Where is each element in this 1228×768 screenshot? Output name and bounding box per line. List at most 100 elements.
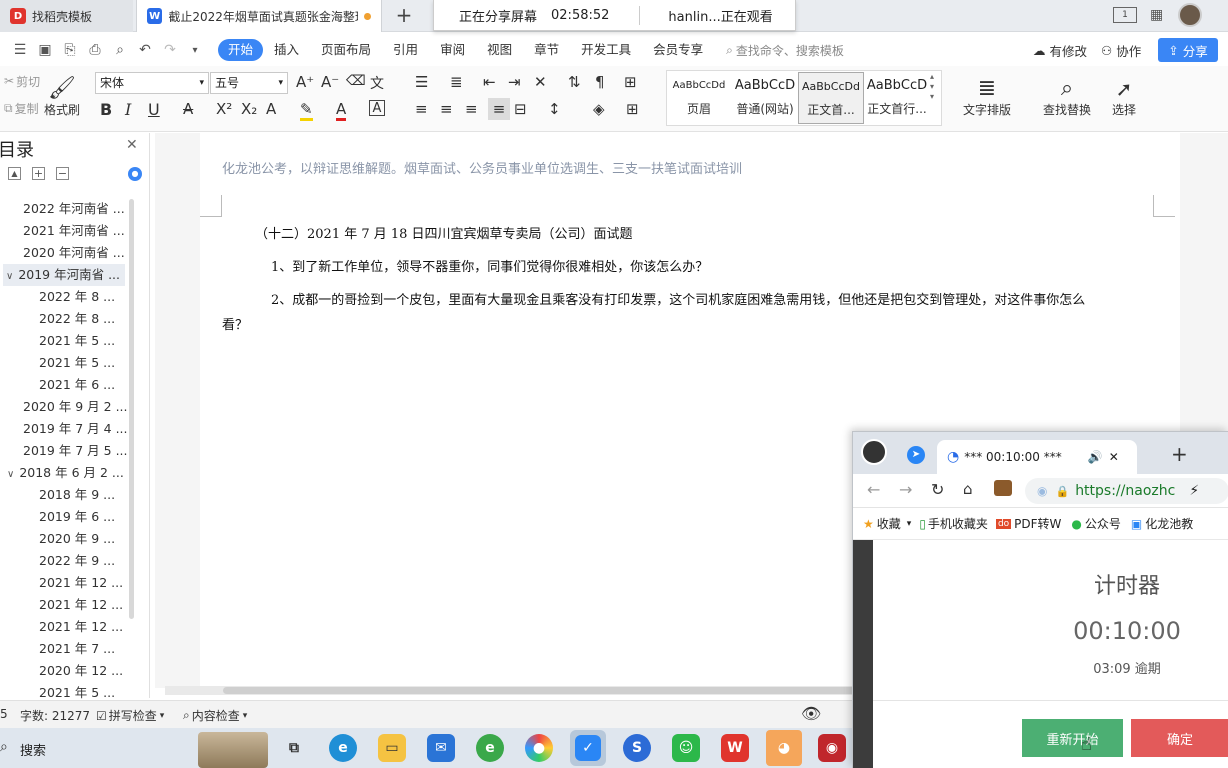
redo-icon[interactable]: ↷	[160, 40, 180, 60]
distribute-icon[interactable]: ⊟	[514, 100, 527, 118]
toc-item[interactable]: 2021 年 12 ...	[20, 594, 135, 616]
toc-item[interactable]: 2021 年 12 ...	[20, 572, 135, 594]
wps-office-icon[interactable]: W	[721, 734, 749, 762]
home-icon[interactable]: ⌂	[963, 480, 973, 498]
photos-app-icon[interactable]: ●	[525, 734, 553, 762]
restart-button[interactable]: 重新开始	[1022, 719, 1123, 757]
style-header[interactable]: AaBbCcDd 页眉	[666, 72, 732, 124]
select-button[interactable]: ➚ 选择	[1104, 70, 1144, 124]
speaker-icon[interactable]: 🔊	[1088, 450, 1103, 464]
eye-protection-icon[interactable]: 👁	[801, 704, 821, 723]
line-spacing-icon[interactable]: ↕	[548, 100, 561, 118]
bookmark-favorites[interactable]: 收藏	[877, 515, 901, 532]
menu-page-layout[interactable]: 页面布局	[310, 39, 382, 61]
edge-browser-icon[interactable]: e	[329, 734, 357, 762]
toc-settings-icon[interactable]: ●	[128, 167, 142, 181]
new-tab-icon[interactable]: +	[393, 4, 415, 26]
toc-item[interactable]: 2022 年 9 ...	[20, 550, 135, 572]
lightning-icon[interactable]: ⚡	[1189, 483, 1199, 499]
find-replace-button[interactable]: ⌕ 查找替换	[1035, 70, 1099, 124]
align-left-icon[interactable]: ≡	[415, 100, 428, 118]
style-body-first-indent[interactable]: AaBbCcD 正文首行...	[864, 72, 930, 124]
mascot-app-icon[interactable]: ◕	[766, 730, 802, 766]
toc-item[interactable]: 2020 年 9 月 2 ...	[4, 396, 128, 418]
word-count[interactable]: 字数: 21277	[20, 707, 90, 724]
modified-indicator[interactable]: ☁ 有修改	[1033, 41, 1087, 60]
cut-button[interactable]: ✂ 剪切	[4, 72, 40, 90]
shrink-font-icon[interactable]: A⁻	[321, 73, 339, 91]
share-button[interactable]: ⇪ 分享	[1158, 38, 1218, 62]
clear-format-icon[interactable]: ⌫	[346, 73, 366, 89]
grow-font-icon[interactable]: A⁺	[296, 73, 314, 91]
telegram-icon[interactable]: ➤	[907, 446, 925, 464]
subscript-icon[interactable]: X₂	[241, 100, 257, 118]
reading-mode-icon[interactable]: 1	[1113, 7, 1137, 23]
save-icon[interactable]: ▣	[35, 40, 55, 60]
more-dropdown-icon[interactable]: ▾	[185, 40, 205, 60]
command-search[interactable]: ⌕ 查找命令、搜索模板	[726, 42, 844, 59]
font-effects-icon[interactable]: A	[266, 100, 276, 118]
table-tools-icon[interactable]: ⊞	[624, 73, 637, 91]
copy-button[interactable]: ⧉ 复制	[4, 99, 39, 117]
numbered-list-icon[interactable]: ≣	[450, 73, 463, 91]
decrease-indent-icon[interactable]: ⇤	[483, 73, 496, 91]
toc-item[interactable]: 2020 年 12 ...	[20, 660, 135, 682]
bookmark-pdf[interactable]: PDF转W	[1014, 515, 1061, 532]
toc-item[interactable]: 2020 年 9 ...	[20, 528, 135, 550]
style-gallery-scroll-icon[interactable]: ▴ ▾ ▾	[930, 72, 934, 102]
collapse-all-icon[interactable]: ▲	[8, 167, 21, 180]
toc-item[interactable]: 2021 年 12 ...	[20, 616, 135, 638]
align-right-icon[interactable]: ≡	[465, 100, 478, 118]
sogou-icon[interactable]: S	[623, 734, 651, 762]
chinese-layout-icon[interactable]: ✕	[534, 73, 547, 91]
new-tab-icon[interactable]: +	[1171, 442, 1188, 466]
bookmark-mobile[interactable]: 手机收藏夹	[928, 515, 988, 532]
char-border-icon[interactable]: A	[369, 100, 385, 116]
menu-view[interactable]: 视图	[476, 39, 523, 61]
content-check-button[interactable]: ⌕ 内容检查 ▾	[183, 707, 247, 724]
ie-browser-icon[interactable]: e	[476, 734, 504, 762]
toc-item[interactable]: 2020 年河南省 ...	[4, 242, 125, 264]
italic-icon[interactable]: I	[125, 100, 131, 119]
reload-icon[interactable]: ↻	[931, 480, 944, 499]
user-avatar[interactable]	[1178, 3, 1202, 27]
format-painter-button[interactable]: 🖌 格式刷	[42, 70, 82, 124]
toc-item[interactable]: 2021 年 5 ...	[20, 352, 135, 374]
print-icon[interactable]: ⎙	[85, 40, 105, 60]
toc-item[interactable]: 2019 年 6 ...	[20, 506, 135, 528]
toc-item[interactable]: 2022 年 8 ...	[20, 286, 135, 308]
horizontal-scroll-thumb[interactable]	[223, 687, 860, 694]
file-explorer-icon[interactable]: ▭	[378, 734, 406, 762]
sort-icon[interactable]: ⇅	[568, 73, 581, 91]
collab-button[interactable]: ⚇ 协作	[1101, 41, 1141, 60]
font-name-select[interactable]: 宋体 ▾	[95, 72, 209, 94]
chevron-down-icon[interactable]: ∨	[7, 469, 14, 480]
address-bar[interactable]: ◉ 🔒 https://naozhc ⚡	[1025, 478, 1228, 504]
print-preview-icon[interactable]: ⌕	[110, 40, 130, 60]
show-marks-icon[interactable]: ¶	[595, 73, 605, 91]
shading-icon[interactable]: ◈	[593, 100, 605, 118]
wechat-icon[interactable]: ☺	[672, 734, 700, 762]
font-color-icon[interactable]: A	[336, 100, 347, 121]
underline-icon[interactable]: U	[148, 100, 160, 119]
menu-developer[interactable]: 开发工具	[570, 39, 642, 61]
browser-tab-timer[interactable]: ◔ *** 00:10:00 *** 🔊 ✕	[937, 440, 1137, 474]
bullet-list-icon[interactable]: ☰	[415, 73, 428, 91]
search-icon[interactable]: ⌕	[0, 739, 8, 755]
toc-item[interactable]: ∨ 2019 年河南省 ...	[3, 264, 125, 286]
menu-references[interactable]: 引用	[382, 39, 429, 61]
menu-icon[interactable]: ☰	[10, 40, 30, 60]
briefcase-icon[interactable]	[994, 480, 1012, 496]
menu-review[interactable]: 审阅	[429, 39, 476, 61]
toc-item[interactable]: 2019 年 7 月 4 ...	[4, 418, 128, 440]
confirm-button[interactable]: 确定	[1131, 719, 1228, 757]
forward-icon[interactable]: →	[899, 480, 912, 499]
phonetic-icon[interactable]: 文	[370, 73, 384, 93]
profile-avatar[interactable]	[861, 439, 887, 465]
toc-item[interactable]: 2019 年 7 月 5 ...	[4, 440, 128, 462]
font-size-select[interactable]: 五号 ▾	[210, 72, 288, 94]
toc-item[interactable]: 2021 年河南省 ...	[4, 220, 125, 242]
menu-home[interactable]: 开始	[218, 39, 264, 61]
export-icon[interactable]: ⎘	[60, 40, 80, 60]
close-icon[interactable]: ✕	[126, 137, 138, 153]
